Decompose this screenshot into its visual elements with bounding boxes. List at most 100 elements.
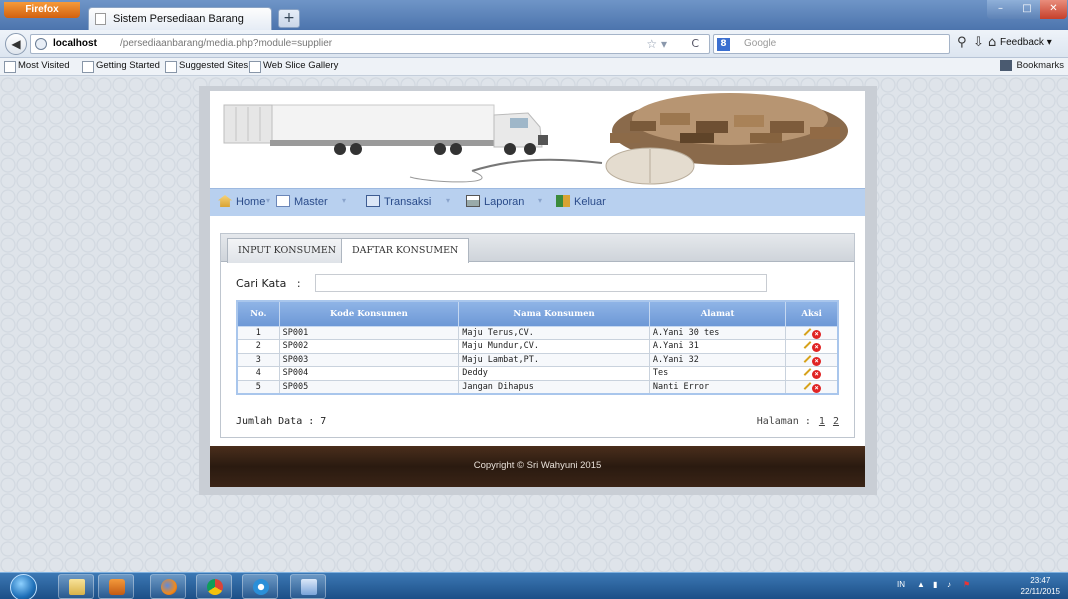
system-clock[interactable]: 23:47 22/11/2015 <box>1021 575 1060 597</box>
bookmark-star-icon[interactable]: ☆ ▾ <box>646 37 667 51</box>
content-tab-bar: INPUT KONSUMEN DAFTAR KONSUMEN <box>221 234 854 263</box>
cell-nama: Maju Mundur,CV. <box>458 339 650 354</box>
edit-icon[interactable] <box>802 327 811 336</box>
delete-icon[interactable]: × <box>812 383 822 393</box>
cell-alamat: A.Yani 32 <box>648 352 787 367</box>
footer-copyright: Copyright © Sri Wahyuni 2015 <box>473 460 602 471</box>
cell-no: 3 <box>236 352 280 367</box>
cell-no: 4 <box>236 366 280 381</box>
cell-aksi: × <box>785 379 839 394</box>
tab-input-konsumen[interactable]: INPUT KONSUMEN <box>227 238 348 263</box>
taskbar-word[interactable] <box>290 574 326 599</box>
clock-time: 23:47 <box>1030 576 1051 585</box>
column-header-aksi: Aksi <box>785 300 839 327</box>
cell-aksi: × <box>785 339 839 354</box>
table-row: 5 SP005 Jangan Dihapus Nanti Error × <box>236 379 839 394</box>
cell-alamat: A.Yani 31 <box>648 339 787 354</box>
bookmark-suggested-sites[interactable]: Suggested Sites <box>165 60 248 73</box>
menu-item-transaksi[interactable]: Transaksi <box>366 195 431 208</box>
media-player-icon <box>109 579 125 595</box>
search-input[interactable] <box>315 274 767 292</box>
cell-aksi: × <box>785 366 839 381</box>
url-path: /persediaanbarang/media.php?module=suppl… <box>120 38 333 49</box>
reload-icon[interactable]: C <box>691 37 699 50</box>
search-engine-icon[interactable]: 8 <box>717 38 730 51</box>
start-button[interactable] <box>4 573 48 599</box>
menu-item-laporan[interactable]: Laporan <box>466 195 524 208</box>
page-viewport: Home ▾ Master ▾ Transaksi ▾ Laporan ▾ Ke… <box>0 77 1068 572</box>
cell-kode: SP004 <box>278 366 460 381</box>
cell-no: 2 <box>236 339 280 354</box>
network-icon[interactable]: ▮ <box>933 580 937 589</box>
back-arrow-icon[interactable]: ◀ <box>5 33 27 55</box>
edit-icon[interactable] <box>802 381 811 390</box>
action-center-icon[interactable]: ⚑ <box>963 580 970 589</box>
tab-daftar-konsumen[interactable]: DAFTAR KONSUMEN <box>341 238 470 263</box>
browser-tab[interactable]: Sistem Persediaan Barang <box>88 7 272 30</box>
show-hidden-icons[interactable]: ▲ <box>917 580 925 589</box>
edit-icon[interactable] <box>802 354 811 363</box>
transaksi-icon <box>366 195 380 207</box>
taskbar-internet-explorer[interactable] <box>242 574 278 599</box>
menu-item-home[interactable]: Home <box>218 195 265 208</box>
cell-nama: Deddy <box>458 366 650 381</box>
page-link-2[interactable]: 2 <box>833 416 839 427</box>
firefox-menu-button[interactable]: Firefox <box>4 2 80 18</box>
main-menu-bar: Home ▾ Master ▾ Transaksi ▾ Laporan ▾ Ke… <box>210 188 865 216</box>
feedback-button[interactable]: Feedback ▾ <box>1000 37 1052 48</box>
taskbar-firefox[interactable] <box>150 574 186 599</box>
menu-item-keluar[interactable]: Keluar <box>556 195 606 208</box>
cell-alamat: Tes <box>648 366 787 381</box>
taskbar-chrome[interactable] <box>196 574 232 599</box>
search-bar[interactable]: 8 Google <box>713 34 950 54</box>
delete-icon[interactable]: × <box>812 329 822 339</box>
pagination-label: Halaman : <box>756 416 811 427</box>
browser-titlebar: Firefox Sistem Persediaan Barang + – □ ✕ <box>0 0 1068 30</box>
edit-icon[interactable] <box>802 367 811 376</box>
bookmarks-menu-button[interactable]: Bookmarks <box>1000 60 1064 71</box>
site-identity-icon[interactable] <box>35 38 47 50</box>
column-header-alamat[interactable]: Alamat <box>648 300 787 327</box>
search-label: Cari Kata : <box>236 277 301 290</box>
clock-date: 22/11/2015 <box>1020 587 1060 596</box>
windows-taskbar: IN ▲ ▮ ♪ ⚑ 23:47 22/11/2015 <box>0 572 1068 599</box>
master-icon <box>276 195 290 207</box>
table-row: 1 SP001 Maju Terus,CV. A.Yani 30 tes × <box>236 325 839 340</box>
home-page-icon[interactable]: ⌂ <box>988 35 996 50</box>
delete-icon[interactable]: × <box>812 370 822 380</box>
bookmark-getting-started[interactable]: Getting Started <box>82 60 160 73</box>
page-link-1[interactable]: 1 <box>819 416 825 427</box>
column-header-no[interactable]: No. <box>236 300 280 327</box>
address-bar[interactable]: localhost /persediaanbarang/media.php?mo… <box>30 34 710 54</box>
cell-nama: Maju Lambat,PT. <box>458 352 650 367</box>
bookmark-most-visited[interactable]: Most Visited <box>4 60 70 73</box>
download-icon[interactable]: ⇩ <box>973 35 984 50</box>
edit-icon[interactable] <box>802 340 811 349</box>
cell-aksi: × <box>785 325 839 340</box>
minimize-button[interactable]: – <box>987 0 1014 19</box>
taskbar-explorer[interactable] <box>58 574 94 599</box>
delete-icon[interactable]: × <box>812 343 822 353</box>
new-tab-button[interactable]: + <box>278 9 300 28</box>
taskbar-media-player[interactable] <box>98 574 134 599</box>
delete-icon[interactable]: × <box>812 356 822 366</box>
menu-item-master[interactable]: Master <box>276 195 328 208</box>
cell-no: 1 <box>236 325 280 340</box>
column-header-nama[interactable]: Nama Konsumen <box>458 300 650 327</box>
word-document-icon <box>301 579 317 595</box>
folder-icon <box>69 579 85 595</box>
pagination: Halaman : 1 2 <box>757 416 839 427</box>
keluar-icon <box>556 195 570 207</box>
volume-icon[interactable]: ♪ <box>947 580 951 589</box>
content-panel: INPUT KONSUMEN DAFTAR KONSUMEN Cari Kata… <box>220 233 855 438</box>
language-indicator[interactable]: IN <box>897 580 905 589</box>
magnifier-icon[interactable]: ⚲ <box>957 35 967 50</box>
bookmark-web-slice-gallery[interactable]: Web Slice Gallery <box>249 60 338 73</box>
navigation-toolbar: ◀ localhost /persediaanbarang/media.php?… <box>0 30 1068 58</box>
column-header-kode[interactable]: Kode Konsumen <box>278 300 460 327</box>
maximize-button[interactable]: □ <box>1014 0 1040 19</box>
menu-dropdown-arrow: ▾ <box>342 196 347 205</box>
menu-dropdown-arrow: ▾ <box>538 196 543 205</box>
cell-alamat: A.Yani 30 tes <box>648 325 787 340</box>
close-window-button[interactable]: ✕ <box>1040 0 1067 19</box>
